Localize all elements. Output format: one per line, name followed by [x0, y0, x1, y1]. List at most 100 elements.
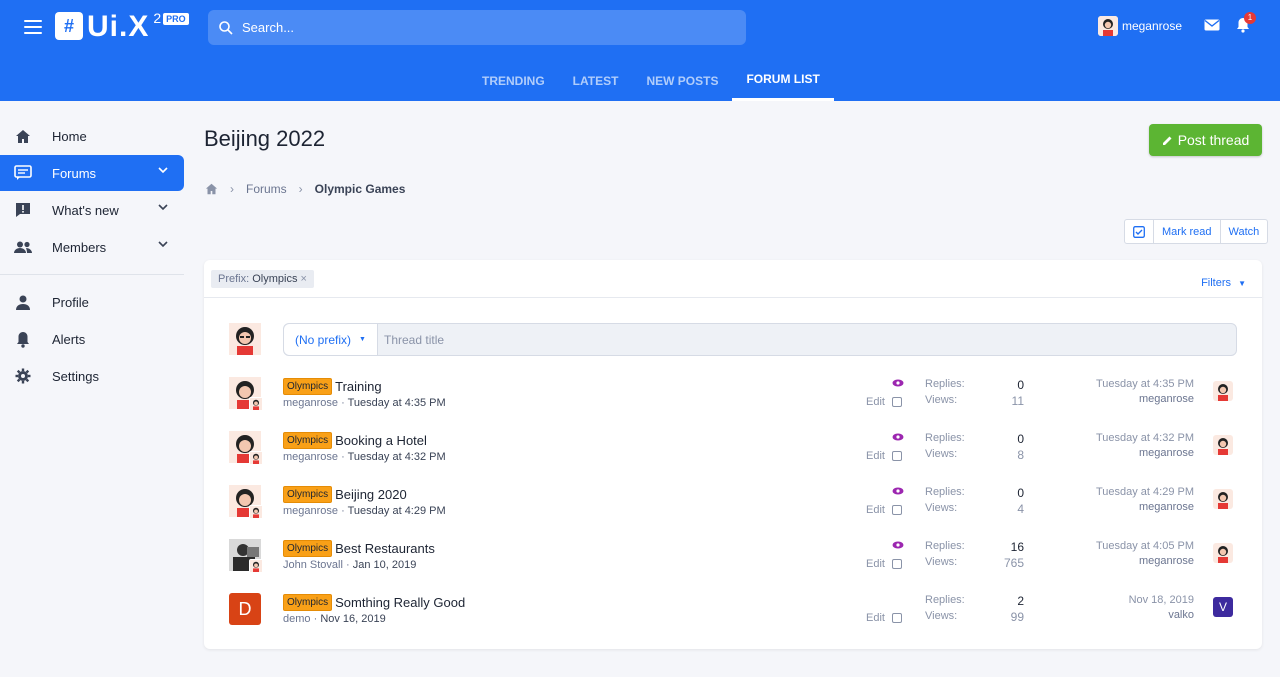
- thread-title[interactable]: Best Restaurants: [335, 541, 435, 556]
- last-post-user[interactable]: valko: [1168, 609, 1194, 621]
- thread-author[interactable]: meganrose: [283, 397, 338, 409]
- search-bar[interactable]: [208, 10, 746, 45]
- thread-date[interactable]: Tuesday at 4:35 PM: [348, 397, 446, 409]
- prefix-tag[interactable]: Olympics: [283, 378, 333, 395]
- last-poster-avatar[interactable]: [1213, 543, 1233, 563]
- user-avatar[interactable]: [1097, 16, 1118, 36]
- filters-dropdown[interactable]: Filters ▼: [1201, 277, 1246, 289]
- thread-date[interactable]: Nov 16, 2019: [320, 613, 385, 625]
- edit-control[interactable]: Edit: [866, 504, 902, 516]
- sidebar-item-whats-new[interactable]: What's new: [0, 192, 184, 228]
- sidebar-item-alerts[interactable]: Alerts: [0, 321, 184, 357]
- edit-control[interactable]: Edit: [866, 396, 902, 408]
- last-poster-avatar[interactable]: [1213, 435, 1233, 455]
- thread-date[interactable]: Jan 10, 2019: [353, 559, 417, 571]
- mark-read-button[interactable]: Mark read: [1154, 220, 1221, 243]
- last-post-date[interactable]: Tuesday at 4:32 PM: [1096, 432, 1194, 444]
- alerts-bell-icon[interactable]: 1: [1236, 11, 1256, 36]
- alerts-count-badge: 1: [1244, 11, 1256, 24]
- chevron-down-icon[interactable]: [158, 204, 168, 211]
- thread-title[interactable]: Somthing Really Good: [335, 595, 465, 610]
- breadcrumb-forums[interactable]: Forums: [246, 182, 287, 196]
- thread-row[interactable]: Olympics Beijing 2020 meganrose · Tuesday…: [229, 485, 1237, 525]
- chevron-down-icon[interactable]: [158, 241, 168, 248]
- thread-row[interactable]: Olympics Best Restaurants John Stovall · …: [229, 539, 1237, 579]
- views-count: 4: [1017, 502, 1024, 516]
- post-thread-button[interactable]: Post thread: [1149, 124, 1262, 156]
- thread-title-input[interactable]: Thread title: [378, 324, 1236, 355]
- sidebar-item-profile[interactable]: Profile: [0, 284, 184, 320]
- last-post-user[interactable]: meganrose: [1139, 501, 1194, 513]
- views-label: Views:: [925, 502, 958, 514]
- sidebar-item-home[interactable]: Home: [0, 118, 184, 154]
- select-checkbox[interactable]: [891, 559, 902, 569]
- thread-row[interactable]: Olympics Booking a Hotel meganrose · Tues…: [229, 431, 1237, 471]
- last-poster-avatar[interactable]: [1213, 381, 1233, 401]
- site-logo[interactable]: # Ui.X 2 PRO: [55, 10, 189, 42]
- thread-row[interactable]: Olympics Training meganrose · Tuesday at …: [229, 377, 1237, 417]
- last-poster-avatar-mini: [249, 397, 263, 411]
- prefix-tag[interactable]: Olympics: [283, 594, 333, 611]
- sidebar-item-members[interactable]: Members: [0, 229, 184, 265]
- tab-trending[interactable]: TRENDING: [468, 60, 559, 101]
- tab-new-posts[interactable]: NEW POSTS: [632, 60, 732, 101]
- tab-latest[interactable]: LATEST: [559, 60, 633, 101]
- search-input[interactable]: [242, 20, 722, 35]
- prefix-tag[interactable]: Olympics: [283, 540, 333, 557]
- select-checkbox[interactable]: [891, 613, 902, 623]
- breadcrumb: › Forums › Olympic Games: [205, 182, 405, 196]
- prefix-filter-chip[interactable]: Prefix: Olympics ×: [211, 270, 314, 288]
- views-label: Views:: [925, 448, 958, 460]
- select-checkbox-button[interactable]: [1125, 220, 1154, 243]
- thread-author[interactable]: meganrose: [283, 451, 338, 463]
- thread-row[interactable]: D Olympics Somthing Really Good demo · No…: [229, 593, 1237, 633]
- edit-link[interactable]: Edit: [866, 612, 885, 624]
- select-checkbox[interactable]: [891, 397, 902, 407]
- views-label: Views:: [925, 556, 958, 568]
- last-post-date[interactable]: Tuesday at 4:05 PM: [1096, 540, 1194, 552]
- last-post-date[interactable]: Tuesday at 4:35 PM: [1096, 378, 1194, 390]
- thread-author[interactable]: John Stovall: [283, 559, 343, 571]
- last-poster-avatar[interactable]: [1213, 489, 1233, 509]
- select-checkbox[interactable]: [891, 451, 902, 461]
- tab-forum-list[interactable]: FORUM LIST: [732, 60, 834, 101]
- last-post-user[interactable]: meganrose: [1139, 393, 1194, 405]
- avatar[interactable]: D: [229, 593, 261, 625]
- avatar[interactable]: [229, 323, 261, 355]
- edit-link[interactable]: Edit: [866, 396, 885, 408]
- edit-control[interactable]: Edit: [866, 612, 902, 624]
- menu-icon[interactable]: [24, 20, 42, 34]
- last-post-user[interactable]: meganrose: [1139, 555, 1194, 567]
- breadcrumb-current[interactable]: Olympic Games: [315, 182, 406, 196]
- edit-link[interactable]: Edit: [866, 558, 885, 570]
- watch-button[interactable]: Watch: [1221, 220, 1268, 243]
- sidebar-item-forums[interactable]: Forums: [0, 155, 184, 191]
- inbox-icon[interactable]: [1204, 19, 1220, 34]
- home-icon[interactable]: [205, 183, 218, 195]
- prefix-tag[interactable]: Olympics: [283, 486, 333, 503]
- thread-title[interactable]: Training: [335, 379, 381, 394]
- last-poster-avatar[interactable]: V: [1213, 597, 1233, 617]
- views-count: 8: [1017, 448, 1024, 462]
- last-post-date[interactable]: Tuesday at 4:29 PM: [1096, 486, 1194, 498]
- thread-title[interactable]: Beijing 2020: [335, 487, 407, 502]
- select-checkbox[interactable]: [891, 505, 902, 515]
- thread-author[interactable]: meganrose: [283, 505, 338, 517]
- thread-date[interactable]: Tuesday at 4:32 PM: [348, 451, 446, 463]
- thread-author[interactable]: demo: [283, 613, 311, 625]
- prefix-select[interactable]: (No prefix) ▼: [284, 324, 378, 355]
- edit-control[interactable]: Edit: [866, 558, 902, 570]
- last-post-user[interactable]: meganrose: [1139, 447, 1194, 459]
- sidebar-item-settings[interactable]: Settings: [0, 358, 184, 394]
- prefix-tag[interactable]: Olympics: [283, 432, 333, 449]
- close-icon[interactable]: ×: [301, 273, 307, 285]
- views-count: 765: [1003, 556, 1024, 570]
- chevron-down-icon[interactable]: [158, 167, 168, 174]
- edit-control[interactable]: Edit: [866, 450, 902, 462]
- edit-link[interactable]: Edit: [866, 504, 885, 516]
- thread-date[interactable]: Tuesday at 4:29 PM: [348, 505, 446, 517]
- username[interactable]: meganrose: [1122, 19, 1182, 33]
- thread-title[interactable]: Booking a Hotel: [335, 433, 427, 448]
- edit-link[interactable]: Edit: [866, 450, 885, 462]
- last-post-date[interactable]: Nov 18, 2019: [1129, 594, 1194, 606]
